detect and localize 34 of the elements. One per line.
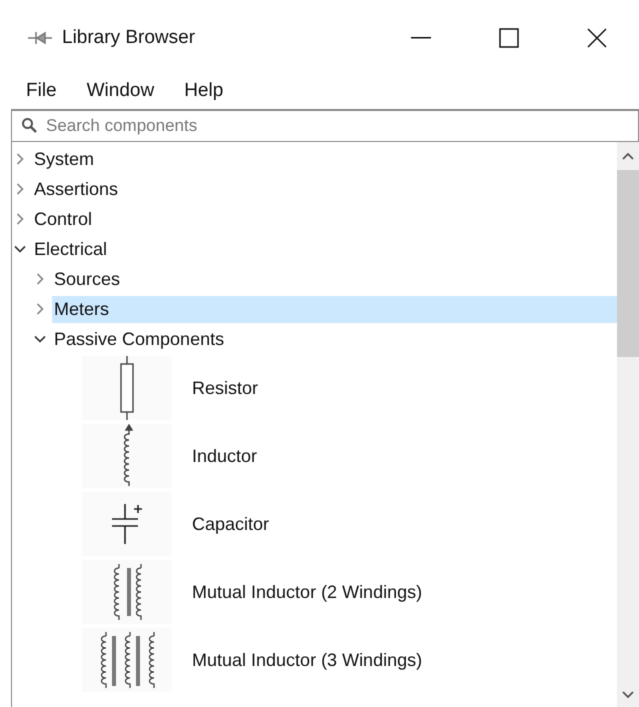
chevron-right-icon[interactable] — [34, 303, 46, 315]
chevron-down-icon[interactable] — [34, 333, 46, 345]
tree-item[interactable]: Assertions — [32, 176, 122, 202]
chevron-down-icon[interactable] — [14, 243, 26, 255]
component-item[interactable]: Mutual Inductor (3 Windings) — [190, 648, 424, 672]
scrollbar[interactable] — [617, 142, 639, 707]
window-title: Library Browser — [62, 27, 196, 49]
diode-icon — [28, 30, 52, 46]
tree-item[interactable]: Sources — [52, 266, 124, 292]
search-field[interactable]: Search components — [11, 109, 639, 142]
component-item[interactable]: Resistor — [190, 376, 260, 400]
maximize-icon[interactable] — [499, 28, 519, 48]
chevron-right-icon[interactable] — [14, 183, 26, 195]
minimize-icon[interactable] — [411, 37, 431, 39]
tree-item[interactable]: Electrical — [32, 236, 112, 262]
menu-item[interactable]: Help — [184, 80, 224, 102]
chevron-right-icon[interactable] — [14, 213, 26, 225]
tree-item[interactable]: Passive Components — [52, 326, 228, 352]
menu-item[interactable]: Window — [86, 80, 154, 102]
tree-item[interactable]: Control — [32, 206, 96, 232]
scrollbar-thumb[interactable] — [617, 170, 639, 357]
search-icon — [21, 117, 37, 133]
tree-item[interactable]: Meters — [52, 296, 617, 322]
chevron-right-icon[interactable] — [14, 153, 26, 165]
menu-item[interactable]: File — [26, 80, 57, 102]
component-item[interactable]: Inductor — [190, 444, 260, 468]
close-icon[interactable] — [587, 28, 607, 48]
chevron-right-icon[interactable] — [34, 273, 46, 285]
tree-item[interactable]: System — [32, 146, 98, 172]
scroll-up-icon[interactable] — [622, 152, 634, 160]
component-item[interactable]: Capacitor — [190, 512, 272, 536]
component-item[interactable]: Mutual Inductor (2 Windings) — [190, 580, 424, 604]
inductor-icon — [122, 424, 132, 488]
scroll-down-icon[interactable] — [622, 691, 634, 699]
